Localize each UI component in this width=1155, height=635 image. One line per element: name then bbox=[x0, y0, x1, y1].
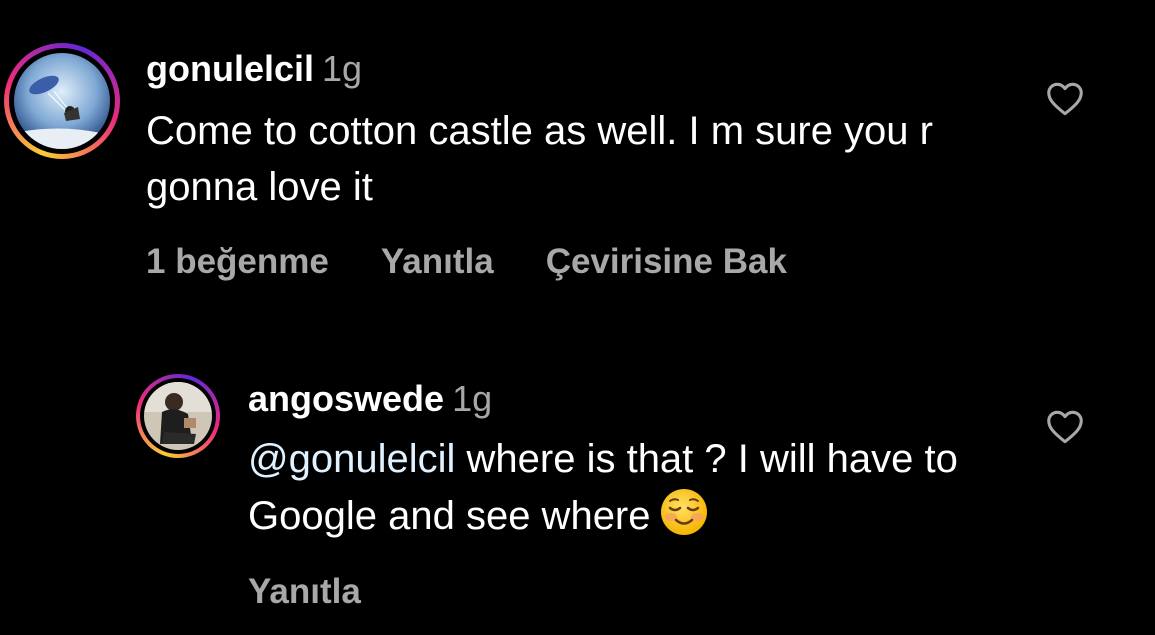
comment-actions: Yanıtla bbox=[248, 572, 413, 612]
reply-button[interactable]: Yanıtla bbox=[381, 242, 494, 281]
avatar[interactable] bbox=[136, 374, 220, 458]
smiling-face-icon bbox=[660, 489, 707, 535]
reply-button[interactable]: Yanıtla bbox=[248, 572, 361, 611]
comment: gonulelcil 1g Come to cotton castle as we… bbox=[0, 0, 1155, 330]
comment-text: @gonulelcil where is that ? I will have … bbox=[248, 431, 968, 544]
heart-icon[interactable] bbox=[1046, 82, 1084, 116]
timestamp: 1g bbox=[322, 48, 363, 89]
comment-actions: 1 beğenme Yanıtla Çevirisine Bak bbox=[146, 242, 839, 282]
comment-header: gonulelcil 1g bbox=[146, 48, 362, 90]
comment-header: angoswede 1g bbox=[248, 378, 492, 420]
mention-link[interactable]: @gonulelcil bbox=[248, 437, 455, 481]
timestamp: 1g bbox=[452, 378, 493, 419]
avatar-image bbox=[14, 53, 110, 149]
avatar[interactable] bbox=[4, 43, 120, 159]
username[interactable]: angoswede bbox=[248, 378, 444, 419]
comment-reply: angoswede 1g @gonulelcil where is that ? … bbox=[0, 330, 1155, 635]
avatar-image bbox=[144, 382, 212, 450]
likes-count[interactable]: 1 beğenme bbox=[146, 242, 329, 281]
comment-text: Come to cotton castle as well. I m sure … bbox=[146, 109, 933, 209]
heart-icon[interactable] bbox=[1046, 410, 1084, 444]
username[interactable]: gonulelcil bbox=[146, 48, 314, 89]
see-translation-button[interactable]: Çevirisine Bak bbox=[546, 242, 787, 281]
